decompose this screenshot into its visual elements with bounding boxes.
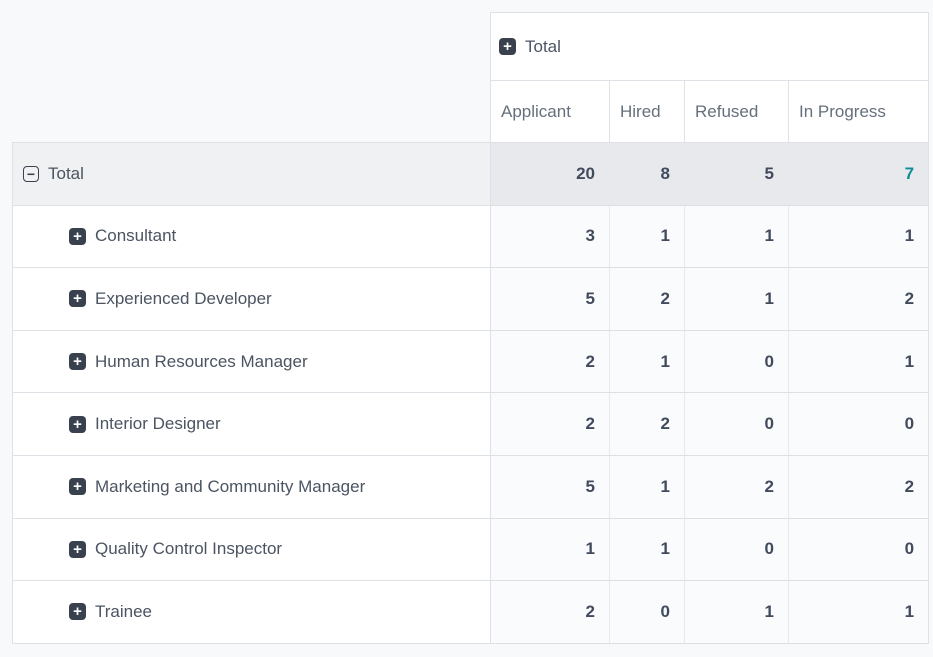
table-row: +Experienced Developer5212	[13, 268, 929, 331]
pivot-table-container: + Total ApplicantHiredRefusedIn Progress…	[12, 12, 929, 644]
row-header-total[interactable]: −Total	[13, 143, 491, 206]
table-row: −Total20857	[13, 143, 929, 206]
pivot-cell[interactable]: 20	[491, 143, 610, 206]
table-row: +Trainee2011	[13, 581, 929, 644]
pivot-cell[interactable]: 2	[789, 455, 929, 518]
pivot-cell[interactable]: 2	[491, 330, 610, 393]
pivot-cell[interactable]: 1	[610, 518, 685, 581]
pivot-body: −Total20857+Consultant3111+Experienced D…	[13, 143, 929, 644]
pivot-cell[interactable]: 0	[610, 581, 685, 644]
row-header-marketing-and-community-manager[interactable]: + Marketing and Community Manager	[13, 455, 491, 518]
pivot-cell[interactable]: 2	[789, 268, 929, 331]
column-group-header-row: + Total	[13, 13, 929, 81]
measure-header-in-progress[interactable]: In Progress	[789, 81, 929, 143]
measure-header-hired[interactable]: Hired	[610, 81, 685, 143]
row-header-consultant[interactable]: + Consultant	[13, 205, 491, 268]
pivot-cell[interactable]: 1	[491, 518, 610, 581]
pivot-cell[interactable]: 2	[610, 268, 685, 331]
measure-header-row: ApplicantHiredRefusedIn Progress	[13, 81, 929, 143]
plus-square-icon[interactable]: +	[69, 416, 86, 433]
row-header-interior-designer[interactable]: + Interior Designer	[13, 393, 491, 456]
plus-square-icon[interactable]: +	[69, 478, 86, 495]
corner-cell	[13, 13, 491, 81]
plus-square-icon[interactable]: +	[69, 353, 86, 370]
row-label: Experienced Developer	[95, 289, 272, 309]
plus-square-icon[interactable]: +	[69, 290, 86, 307]
measure-header-refused[interactable]: Refused	[685, 81, 789, 143]
pivot-cell[interactable]: 1	[685, 205, 789, 268]
row-header-human-resources-manager[interactable]: + Human Resources Manager	[13, 330, 491, 393]
table-row: +Marketing and Community Manager5122	[13, 455, 929, 518]
row-header-experienced-developer[interactable]: + Experienced Developer	[13, 268, 491, 331]
plus-square-icon[interactable]: +	[499, 38, 516, 55]
pivot-cell-highlighted[interactable]: 7	[789, 143, 929, 206]
pivot-cell[interactable]: 1	[789, 205, 929, 268]
table-row: +Interior Designer2200	[13, 393, 929, 456]
row-label: Marketing and Community Manager	[95, 477, 365, 497]
row-label: Total	[48, 164, 84, 184]
pivot-cell[interactable]: 8	[610, 143, 685, 206]
pivot-cell[interactable]: 3	[491, 205, 610, 268]
row-label: Human Resources Manager	[95, 352, 308, 372]
pivot-cell[interactable]: 1	[789, 330, 929, 393]
pivot-cell[interactable]: 5	[491, 455, 610, 518]
measure-header-applicant[interactable]: Applicant	[491, 81, 610, 143]
pivot-cell[interactable]: 2	[610, 393, 685, 456]
pivot-cell[interactable]: 2	[491, 393, 610, 456]
minus-square-icon[interactable]: −	[23, 166, 39, 182]
pivot-cell[interactable]: 0	[789, 518, 929, 581]
pivot-cell[interactable]: 1	[789, 581, 929, 644]
pivot-cell[interactable]: 0	[789, 393, 929, 456]
row-label: Interior Designer	[95, 414, 221, 434]
table-row: +Consultant3111	[13, 205, 929, 268]
pivot-cell[interactable]: 0	[685, 518, 789, 581]
pivot-cell[interactable]: 0	[685, 330, 789, 393]
pivot-cell[interactable]: 2	[685, 455, 789, 518]
pivot-cell[interactable]: 0	[685, 393, 789, 456]
corner-cell	[13, 81, 491, 143]
row-label: Quality Control Inspector	[95, 539, 282, 559]
pivot-cell[interactable]: 1	[685, 268, 789, 331]
row-header-quality-control-inspector[interactable]: + Quality Control Inspector	[13, 518, 491, 581]
pivot-cell[interactable]: 2	[491, 581, 610, 644]
plus-square-icon[interactable]: +	[69, 228, 86, 245]
table-row: +Human Resources Manager2101	[13, 330, 929, 393]
row-header-trainee[interactable]: + Trainee	[13, 581, 491, 644]
column-group-header-total[interactable]: + Total	[491, 13, 929, 81]
pivot-cell[interactable]: 1	[610, 455, 685, 518]
row-label: Consultant	[95, 226, 176, 246]
column-group-label: Total	[525, 37, 561, 57]
pivot-table: + Total ApplicantHiredRefusedIn Progress…	[12, 12, 929, 644]
pivot-cell[interactable]: 5	[685, 143, 789, 206]
row-label: Trainee	[95, 602, 152, 622]
pivot-cell[interactable]: 1	[610, 330, 685, 393]
table-row: +Quality Control Inspector1100	[13, 518, 929, 581]
plus-square-icon[interactable]: +	[69, 541, 86, 558]
pivot-cell[interactable]: 1	[685, 581, 789, 644]
pivot-cell[interactable]: 1	[610, 205, 685, 268]
pivot-cell[interactable]: 5	[491, 268, 610, 331]
plus-square-icon[interactable]: +	[69, 603, 86, 620]
